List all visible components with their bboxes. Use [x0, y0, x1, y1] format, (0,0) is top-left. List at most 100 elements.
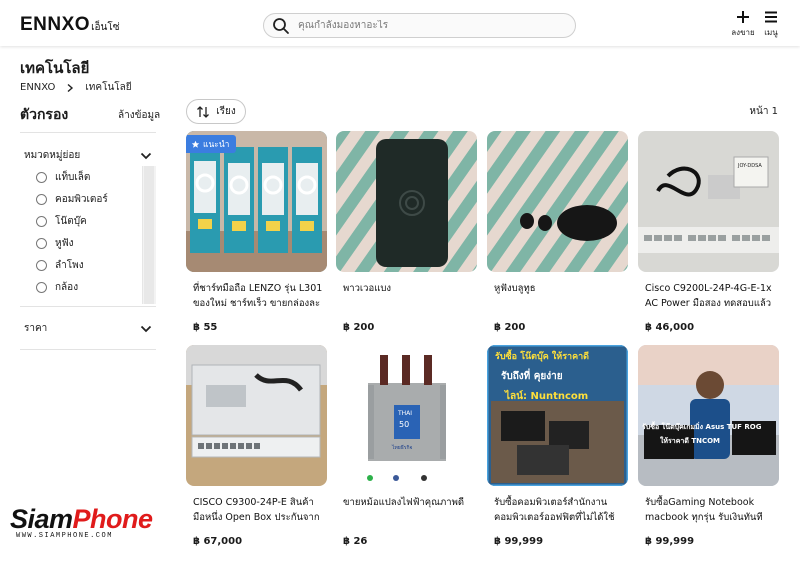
filter-title: ตัวกรอง	[20, 107, 69, 123]
product-image[interactable]: รับซื้อ โน๊ตบุ๊ค ให้ราคาดี รับถึงที่ คุย…	[487, 345, 628, 486]
chevron-down-icon	[140, 325, 152, 332]
breadcrumb: ENNXO เทคโนโลยี	[20, 80, 132, 95]
chevron-right-icon	[67, 83, 74, 92]
subcategory-label: แท็บเล็ต	[55, 171, 91, 183]
product-card[interactable]: แนะนำ ที่ชาร์ทมือถือ LENZO รุ่น L301 ของ…	[186, 131, 327, 333]
breadcrumb-home-link[interactable]: ENNXO	[20, 82, 55, 93]
breadcrumb-current: เทคโนโลยี	[85, 82, 132, 93]
gaming-notebook-ad-image: รับซื้อ โน๊ตบุ๊คเกมมิ่ง Asus TUF ROG ให้…	[638, 345, 779, 486]
sort-label: เรียง	[216, 106, 236, 117]
product-name[interactable]: ที่ชาร์ทมือถือ LENZO รุ่น L301 ของใหม่ ช…	[186, 281, 327, 311]
search-input[interactable]	[298, 20, 558, 31]
subcategory-option[interactable]: หูฟัง	[36, 232, 108, 254]
hamburger-icon	[765, 11, 777, 23]
logo-sub-text: เอ็นโซ่	[91, 22, 120, 33]
chevron-down-icon	[140, 152, 152, 159]
earbuds-image	[487, 131, 628, 272]
notebook-buyer-ad-image: รับซื้อ โน๊ตบุ๊ค ให้ราคาดี รับถึงที่ คุย…	[487, 345, 628, 486]
product-image[interactable]	[186, 345, 327, 486]
product-name[interactable]: พาวเวอแบง	[336, 281, 477, 311]
product-image[interactable]: รับซื้อ โน๊ตบุ๊คเกมมิ่ง Asus TUF ROG ให้…	[638, 345, 779, 486]
product-card[interactable]: หูฟังบลูทูธ ฿ 200	[487, 131, 628, 333]
product-image[interactable]: แนะนำ	[186, 131, 327, 272]
product-price: ฿ 99,999	[494, 536, 544, 547]
page-title: เทคโนโลยี	[20, 59, 90, 77]
radio-button[interactable]	[36, 259, 47, 271]
transformer-number-text: 50	[399, 420, 409, 429]
product-image[interactable]	[336, 131, 477, 272]
product-name[interactable]: ขายหม้อแปลงไฟฟ้าคุณภาพดี	[336, 495, 477, 525]
subcategory-label: โน๊ตบุ๊ค	[55, 215, 87, 227]
badge-label: แนะนำ	[203, 140, 230, 150]
cisco-switch-box-image	[186, 345, 327, 486]
product-name[interactable]: หูฟังบลูทูธ	[487, 281, 628, 311]
network-switch-image: JOY-DDSA	[638, 131, 779, 272]
sell-button[interactable]: ลงขาย	[730, 10, 756, 39]
power-bank-image	[336, 131, 477, 272]
plus-icon	[737, 11, 749, 23]
product-name[interactable]: รับซื้อคอมพิวเตอร์สำนักงาน คอมพิวเตอร์ออ…	[487, 495, 628, 525]
product-name[interactable]: CISCO C9300-24P-E สินค้ามือหนึ่ง Open Bo…	[186, 495, 327, 525]
subcategory-option[interactable]: โน๊ตบุ๊ค	[36, 210, 108, 232]
subcategory-option[interactable]: แท็บเล็ต	[36, 166, 108, 188]
product-card[interactable]: รับซื้อ โน๊ตบุ๊คเกมมิ่ง Asus TUF ROG ให้…	[638, 345, 779, 547]
radio-button[interactable]	[36, 281, 47, 293]
clear-filters-link[interactable]: ล้างข้อมูล	[118, 108, 160, 123]
search-bar[interactable]	[263, 13, 576, 38]
subcategory-option[interactable]: ลำโพง	[36, 254, 108, 276]
sidebar-divider	[20, 132, 156, 133]
product-image[interactable]: THAI 50 ไทยธีรกิจ	[336, 345, 477, 486]
product-name[interactable]: รับซื้อGaming Notebook macbook ทุกรุ่น ร…	[638, 495, 779, 525]
ad-line3-text: ไลน์: Nuntncom	[504, 389, 588, 402]
product-card[interactable]: รับซื้อ โน๊ตบุ๊ค ให้ราคาดี รับถึงที่ คุย…	[487, 345, 628, 547]
subcategory-label: หูฟัง	[55, 237, 74, 249]
site-logo[interactable]: ENNXO เอ็นโซ่	[20, 14, 120, 36]
siamphone-watermark: SiamPhone WWW.SIAMPHONE.COM	[10, 504, 153, 540]
transformer-image: THAI 50 ไทยธีรกิจ	[336, 345, 477, 486]
subcategory-section-header[interactable]: หมวดหมู่ย่อย	[24, 148, 152, 163]
product-price: ฿ 200	[494, 322, 526, 333]
subcategory-option[interactable]: กล้อง	[36, 276, 108, 298]
page-indicator: หน้า 1	[749, 106, 778, 117]
watermark-brand-black: Siam	[10, 504, 73, 534]
product-card[interactable]: CISCO C9300-24P-E สินค้ามือหนึ่ง Open Bo…	[186, 345, 327, 547]
product-name[interactable]: Cisco C9200L-24P-4G-E-1x AC Power มือสอง…	[638, 281, 779, 311]
subcategory-title: หมวดหมู่ย่อย	[24, 150, 81, 161]
subcategory-scrollbar-thumb[interactable]	[144, 166, 154, 304]
watermark-brand-red: Phone	[72, 504, 154, 534]
radio-button[interactable]	[36, 171, 47, 183]
product-price: ฿ 46,000	[645, 322, 695, 333]
price-section-header[interactable]: ราคา	[24, 321, 152, 336]
ad-line2-text: รับถึงที่ คุยง่าย	[501, 368, 563, 382]
recommend-icon	[191, 140, 200, 148]
product-card[interactable]: THAI 50 ไทยธีรกิจ ขายหม้อแปลงไฟฟ้าคุณภาพ…	[336, 345, 477, 547]
sort-button[interactable]: เรียง	[186, 99, 246, 124]
radio-button[interactable]	[36, 237, 47, 249]
product-image[interactable]: JOY-DDSA	[638, 131, 779, 272]
sidebar-divider	[20, 306, 156, 307]
menu-label: เมนู	[764, 28, 778, 37]
subcategory-option[interactable]: คอมพิวเตอร์	[36, 188, 108, 210]
subcategory-list: แท็บเล็ต คอมพิวเตอร์ โน๊ตบุ๊ค หูฟัง ลำโพ…	[36, 166, 108, 298]
sell-label: ลงขาย	[731, 28, 755, 37]
search-icon	[273, 17, 289, 34]
product-price: ฿ 26	[343, 536, 368, 547]
price-title: ราคา	[24, 323, 48, 334]
radio-button[interactable]	[36, 215, 47, 227]
subcategory-label: ลำโพง	[55, 259, 84, 271]
transformer-maker-text: ไทยธีรกิจ	[391, 444, 413, 451]
subcategory-label: กล้อง	[55, 281, 79, 293]
watermark-logo: SiamPhone	[10, 504, 153, 535]
radio-button[interactable]	[36, 193, 47, 205]
recommended-badge: แนะนำ	[186, 135, 237, 153]
product-price: ฿ 67,000	[193, 536, 243, 547]
product-card[interactable]: JOY-DDSA Cisco C9200L-24P-4G-E-1x AC Pow…	[638, 131, 779, 333]
product-card[interactable]: พาวเวอแบง ฿ 200	[336, 131, 477, 333]
sort-arrows-icon	[197, 105, 210, 118]
product-price: ฿ 99,999	[645, 536, 695, 547]
label-text: JOY-DDSA	[737, 163, 762, 169]
menu-button[interactable]: เมนู	[758, 10, 784, 39]
product-image[interactable]	[487, 131, 628, 272]
product-price: ฿ 55	[193, 322, 218, 333]
top-header: ENNXO เอ็นโซ่ ลงขาย เมนู	[0, 0, 800, 46]
